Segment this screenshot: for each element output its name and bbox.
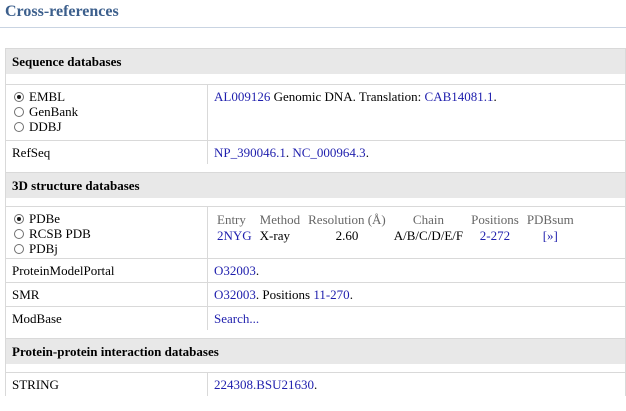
structure-table-header: Entry Method Resolution (Å) Chain Positi…: [217, 211, 582, 228]
column-header-resolution: Resolution (Å): [308, 211, 386, 227]
pdb-entry-link[interactable]: 2NYG: [217, 228, 252, 243]
radio-button[interactable]: [14, 213, 24, 224]
chain-cell: A/B/C/D/E/F: [393, 228, 464, 243]
row-text: .: [314, 377, 318, 392]
row-text: . Positions: [255, 287, 314, 302]
table-row: PDBe RCSB PDB PDBj Entry Method Resoluti…: [6, 206, 625, 258]
radio-option-embl[interactable]: EMBL: [12, 89, 201, 104]
radio-button[interactable]: [14, 243, 24, 254]
row-value: AL009126 Genomic DNA. Translation: CAB14…: [208, 85, 625, 140]
section-heading-interaction: Protein-protein interaction databases: [6, 338, 625, 364]
column-header-pdbsum: PDBsum: [526, 211, 574, 227]
refseq-genome-link[interactable]: NC_000964.3: [292, 145, 365, 160]
radio-label: GenBank: [29, 103, 79, 119]
row-label: ModBase: [6, 307, 208, 330]
section-heading-sequence: Sequence databases: [6, 48, 625, 74]
translation-link[interactable]: CAB14081.1: [425, 89, 494, 104]
protein-model-portal-link[interactable]: O32003: [214, 263, 256, 278]
table-row: STRING 224308.BSU21630.: [6, 372, 625, 396]
structure-table: Entry Method Resolution (Å) Chain Positi…: [217, 211, 582, 244]
cross-references-table: Sequence databases EMBL GenBank DDBJ AL0…: [5, 48, 626, 396]
database-selector: PDBe RCSB PDB PDBj: [6, 207, 208, 258]
row-text: .: [365, 145, 369, 160]
refseq-protein-link[interactable]: NP_390046.1: [214, 145, 286, 160]
modbase-search-link[interactable]: Search...: [214, 311, 259, 326]
pdbsum-link[interactable]: [»]: [543, 228, 558, 243]
radio-label: DDBJ: [29, 118, 62, 134]
page-title: Cross-references: [5, 3, 119, 20]
table-row: EMBL GenBank DDBJ AL009126 Genomic DNA. …: [6, 84, 625, 140]
column-header-entry: Entry: [217, 211, 246, 227]
row-value: NP_390046.1. NC_000964.3.: [208, 141, 625, 164]
radio-option-ddbj[interactable]: DDBJ: [12, 119, 201, 134]
radio-option-rcsb-pdb[interactable]: RCSB PDB: [12, 226, 201, 241]
radio-option-pdbe[interactable]: PDBe: [12, 211, 201, 226]
row-value: Entry Method Resolution (Å) Chain Positi…: [208, 207, 625, 258]
smr-link[interactable]: O32003: [214, 287, 256, 302]
radio-label: PDBe: [29, 210, 61, 226]
row-value: Search...: [208, 307, 625, 330]
row-text: Genomic DNA. Translation:: [270, 89, 425, 104]
table-row: SMR O32003. Positions 11-270.: [6, 282, 625, 306]
column-header-method: Method: [259, 211, 301, 227]
section-heading-3d-structure: 3D structure databases: [6, 172, 625, 198]
row-value: 224308.BSU21630.: [208, 373, 625, 396]
positions-link[interactable]: 2-272: [480, 228, 510, 243]
row-value: O32003.: [208, 259, 625, 282]
radio-button[interactable]: [14, 91, 24, 102]
row-value: O32003. Positions 11-270.: [208, 283, 625, 306]
radio-label: EMBL: [29, 88, 66, 104]
method-cell: X-ray: [259, 228, 290, 243]
database-selector: EMBL GenBank DDBJ: [6, 85, 208, 140]
radio-option-genbank[interactable]: GenBank: [12, 104, 201, 119]
row-label: ProteinModelPortal: [6, 259, 208, 282]
smr-positions-link[interactable]: 11-270: [313, 287, 349, 302]
radio-option-pdbj[interactable]: PDBj: [12, 241, 201, 256]
radio-button[interactable]: [14, 106, 24, 117]
row-label: SMR: [6, 283, 208, 306]
title-divider: [0, 27, 626, 28]
table-row: ModBase Search...: [6, 306, 625, 330]
radio-label: RCSB PDB: [29, 225, 91, 241]
embl-link[interactable]: AL009126: [214, 89, 270, 104]
structure-table-row: 2NYG X-ray 2.60 A/B/C/D/E/F 2-272 [»]: [217, 228, 582, 244]
row-label: STRING: [6, 373, 208, 396]
row-text: .: [493, 89, 497, 104]
column-header-positions: Positions: [471, 211, 519, 227]
resolution-cell: 2.60: [335, 228, 359, 243]
column-header-chain: Chain: [412, 211, 444, 227]
radio-button[interactable]: [14, 228, 24, 239]
string-link[interactable]: 224308.BSU21630: [214, 377, 314, 392]
row-text: .: [255, 263, 260, 278]
row-label: RefSeq: [6, 141, 208, 164]
radio-label: PDBj: [29, 240, 58, 256]
table-row: RefSeq NP_390046.1. NC_000964.3.: [6, 140, 625, 164]
radio-button[interactable]: [14, 121, 24, 132]
table-row: ProteinModelPortal O32003.: [6, 258, 625, 282]
row-text: .: [349, 287, 353, 302]
